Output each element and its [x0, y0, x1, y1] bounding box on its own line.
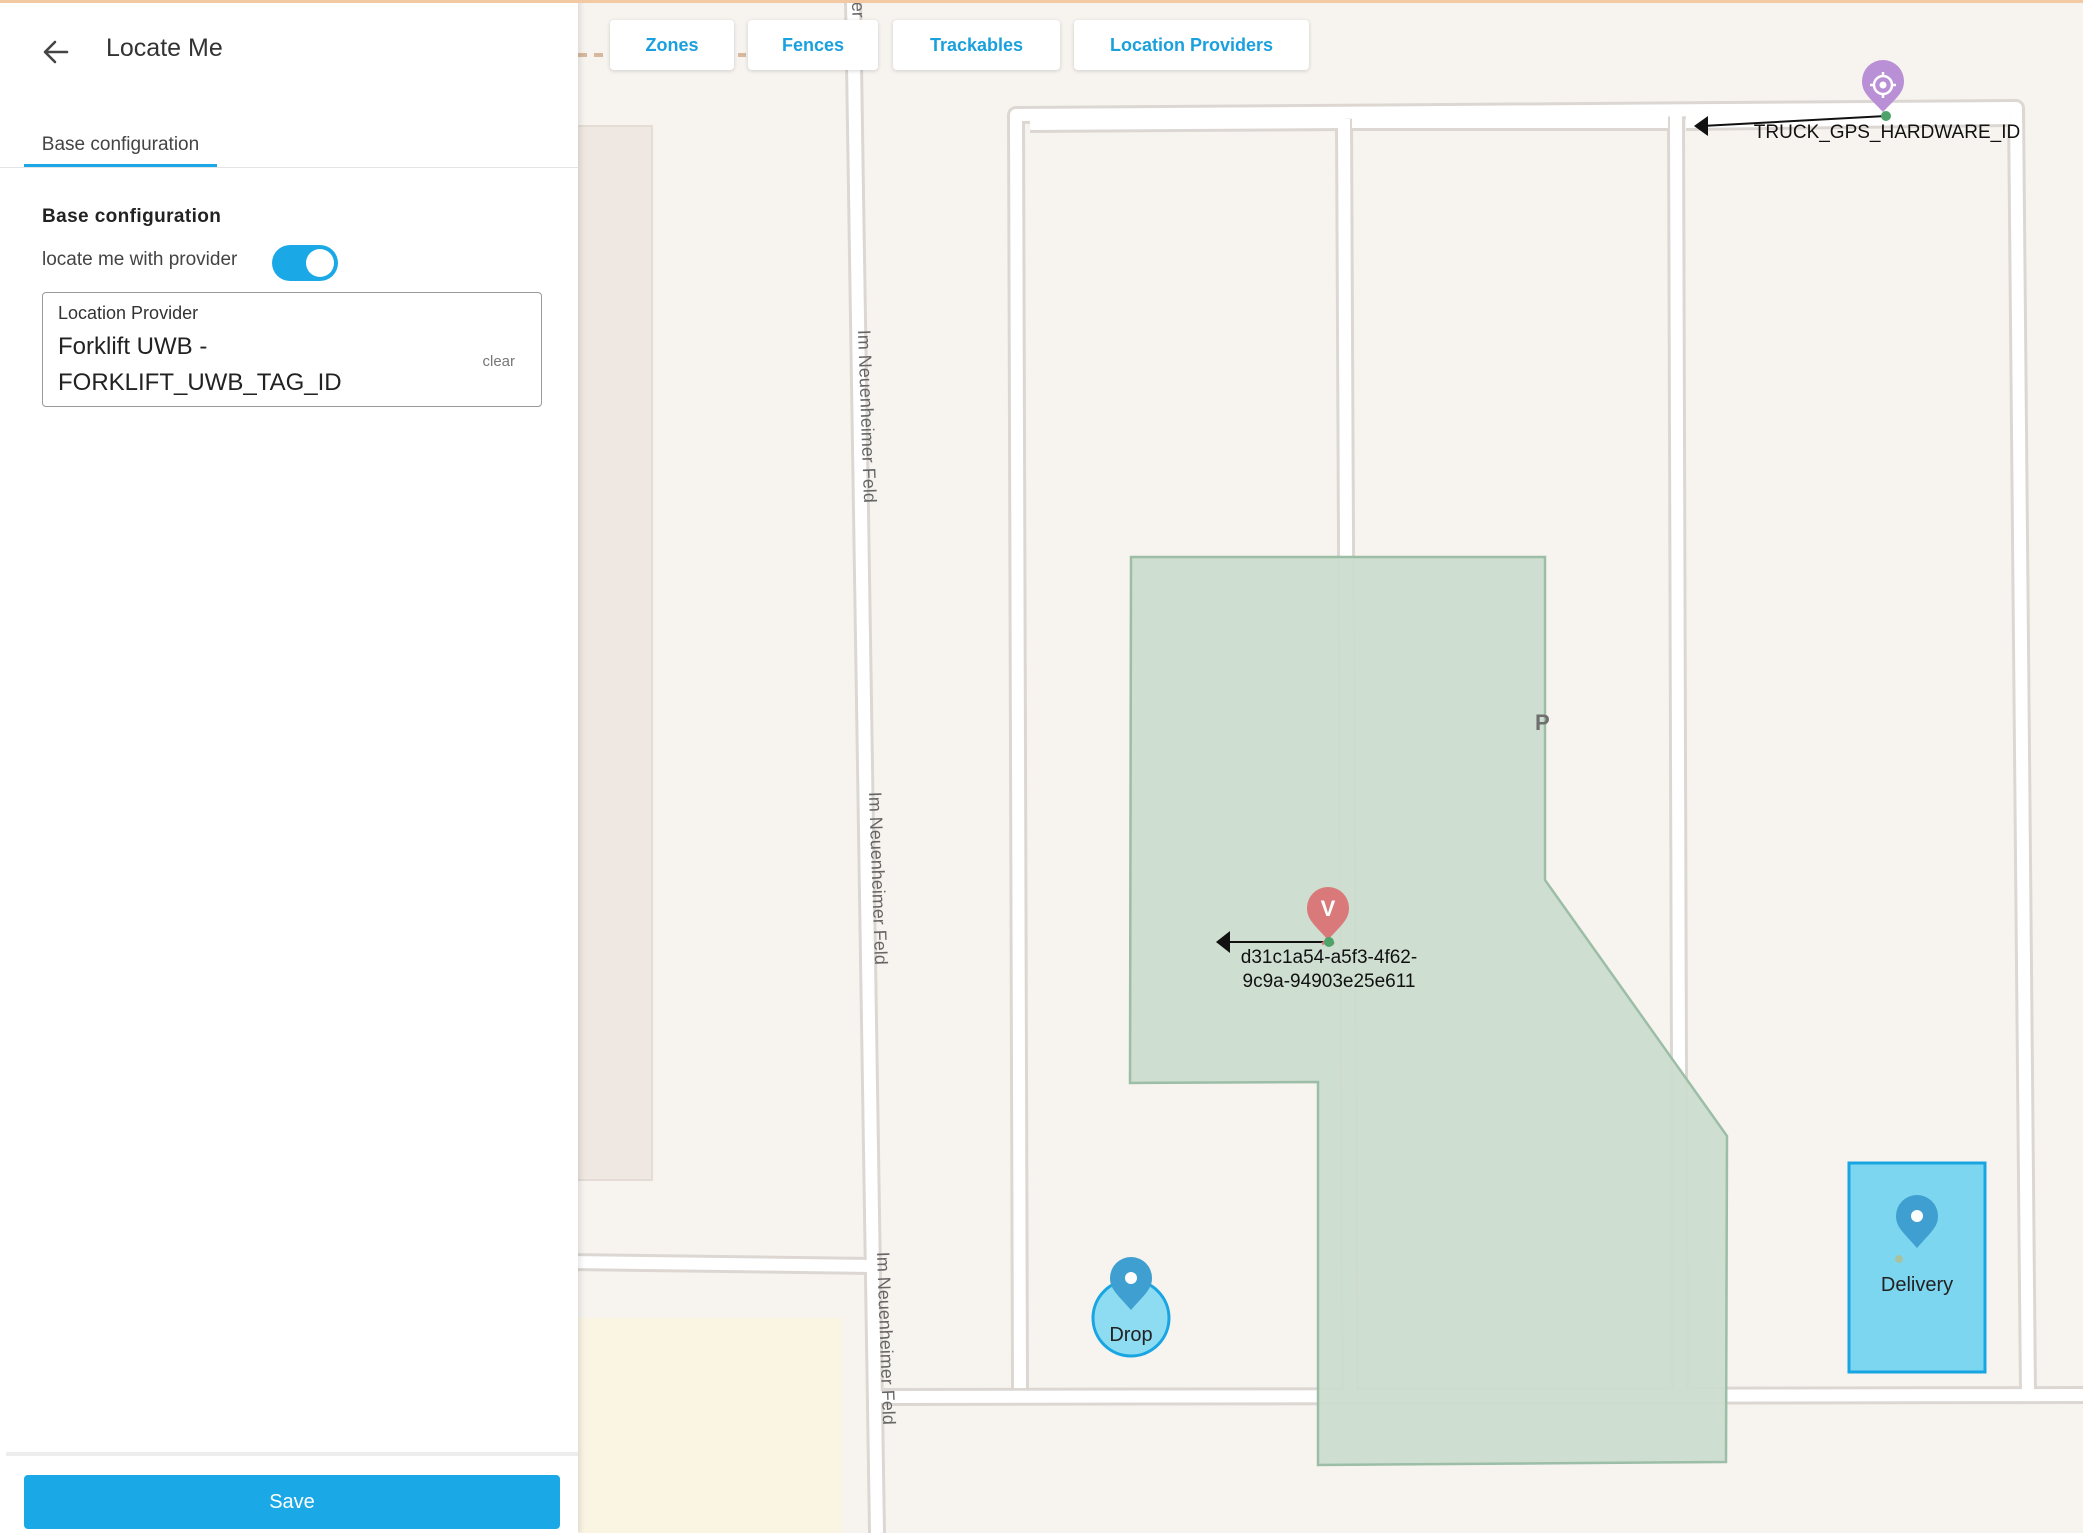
zones-button[interactable]: Zones: [610, 20, 734, 70]
fences-button[interactable]: Fences: [748, 20, 878, 70]
tab-divider: [0, 167, 578, 168]
location-provider-value[interactable]: Forklift UWB - FORKLIFT_UWB_TAG_ID: [58, 329, 448, 401]
save-button[interactable]: Save: [24, 1475, 560, 1529]
forklift-label: 9c9a-94903e25e611: [1243, 971, 1416, 992]
field-label: Location Provider: [58, 303, 199, 323]
locate-with-provider-toggle[interactable]: [272, 245, 338, 281]
section-title: Base configuration: [42, 206, 222, 227]
top-accent-line: [0, 0, 2083, 3]
location-provider-field[interactable]: Location Provider Forklift UWB - FORKLIF…: [42, 292, 542, 407]
toggle-label: locate me with provider: [42, 249, 238, 270]
delivery-zone-label: Delivery: [1881, 1274, 1953, 1296]
panel-title: Locate Me: [106, 34, 223, 62]
parking-label: P: [1535, 710, 1550, 735]
back-button[interactable]: [32, 30, 80, 74]
truck-label: TRUCK_GPS_HARDWARE_ID: [1754, 122, 2020, 143]
drop-zone-label: Drop: [1109, 1324, 1152, 1346]
forklift-label: d31c1a54-a5f3-4f62-: [1241, 947, 1417, 968]
tab-base-configuration[interactable]: Base configuration: [24, 122, 217, 167]
back-arrow-icon: [43, 40, 69, 64]
clear-button[interactable]: clear: [482, 353, 515, 370]
side-panel: Locate Me Base configuration Base config…: [0, 0, 578, 1533]
delivery-zone[interactable]: Delivery: [1847, 1161, 1987, 1374]
location-providers-button[interactable]: Location Providers: [1074, 20, 1309, 70]
trackables-button[interactable]: Trackables: [893, 20, 1060, 70]
street-label-fragment: er: [848, 1, 869, 18]
toggle-knob: [306, 249, 334, 277]
svg-text:V: V: [1321, 896, 1336, 921]
footer-divider: [6, 1452, 578, 1456]
